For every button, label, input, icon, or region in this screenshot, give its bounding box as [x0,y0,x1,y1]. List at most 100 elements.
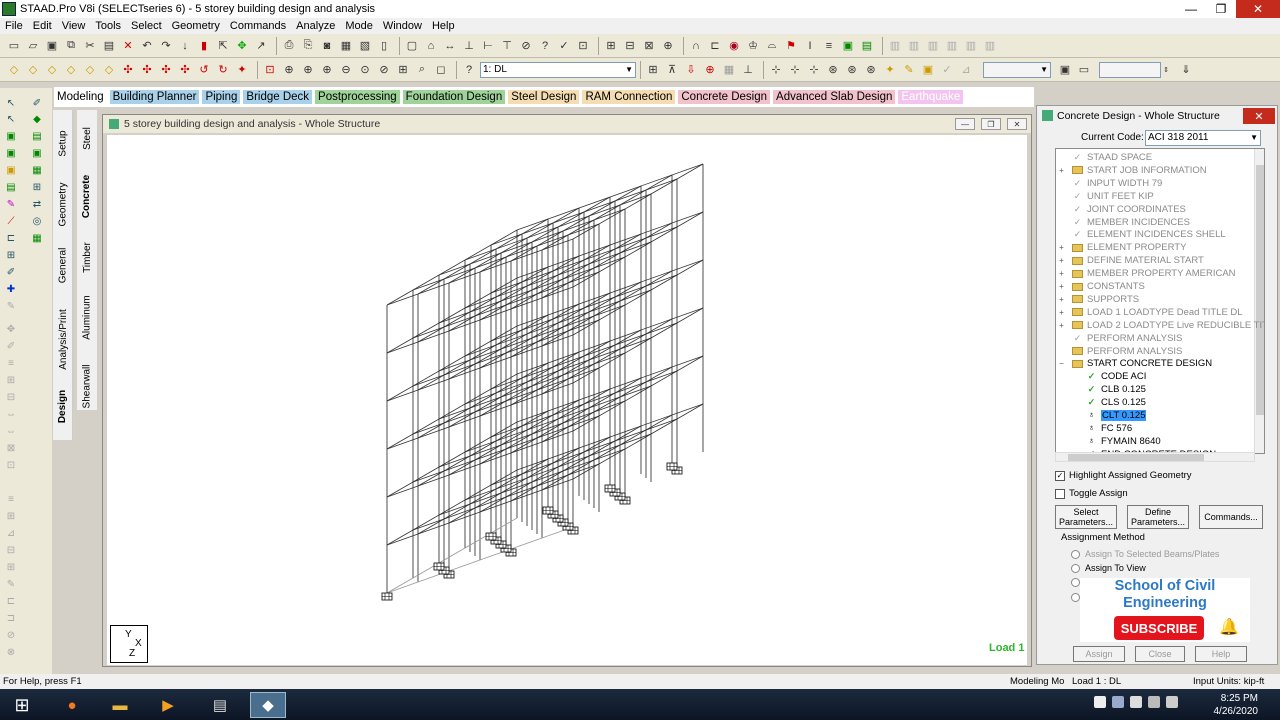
beam[interactable] [572,355,704,432]
help-doc-icon[interactable]: ▯ [376,38,392,54]
iso-view-1-icon[interactable]: ◇ [6,62,22,78]
beam[interactable] [510,281,642,358]
iso-view-2-icon[interactable]: ◇ [25,62,41,78]
nodes-cursor-icon[interactable]: ⊹ [787,62,803,78]
globe-icon[interactable]: ◎ [30,214,44,228]
beam[interactable] [448,207,580,284]
support-icon[interactable]: ⊼ [664,62,680,78]
snap-icon[interactable]: ⊟ [622,38,638,54]
brush-icon[interactable]: ✐ [4,265,18,279]
tree-item[interactable]: ✓ CODE ACI [1086,370,1147,383]
taskbar-clock[interactable]: 8:25 PM 4/26/2020 [1214,692,1259,718]
cursor-beam-icon[interactable]: ▣ [4,146,18,160]
tab-ram-connection[interactable]: RAM Connection [582,90,676,104]
tray-volume-icon[interactable] [1130,696,1142,708]
tab-shearwall[interactable]: Shearwall [77,356,97,416]
open-file-icon[interactable]: ▱ [25,38,41,54]
rotate-left-icon[interactable]: ✣ [158,62,174,78]
add-plate-icon[interactable]: ⊕ [660,38,676,54]
beam[interactable] [541,270,673,347]
disabled-tool-1-icon[interactable]: ✥ [4,322,18,336]
tree-vertical-scrollbar[interactable] [1254,149,1264,453]
transform-icon[interactable]: ⇱ [215,38,231,54]
iso-view-6-icon[interactable]: ◇ [101,62,117,78]
expand-toggle-icon[interactable]: + [1058,256,1065,265]
bell-icon[interactable]: 🔔 [1218,616,1240,638]
yellow-box-icon[interactable]: ▣ [920,62,936,78]
axes-icon[interactable]: ⊥ [740,62,756,78]
tab-aluminum[interactable]: Aluminum [77,292,97,342]
menu-analyze[interactable]: Analyze [291,20,340,32]
beam[interactable] [541,414,673,491]
dimension-icon[interactable]: ↔ [442,38,458,54]
child-close-button[interactable]: ✕ [1007,118,1027,130]
display-icon[interactable]: ⊞ [395,62,411,78]
disabled-tool-17-icon[interactable]: ⊐ [4,611,18,625]
tree-item[interactable]: ✓ CLB 0.125 [1086,383,1146,396]
select-nodes-icon[interactable]: ↖ [4,96,18,110]
window-new-icon[interactable]: ▥ [963,38,979,54]
beam[interactable] [541,318,673,395]
beam[interactable] [510,329,642,406]
structure-model[interactable] [107,135,1027,665]
tree-item[interactable]: ✓ STAAD SPACE [1072,151,1152,164]
geometry-cursor-icon[interactable]: ⊛ [863,62,879,78]
beam[interactable] [417,410,549,487]
select-solids-icon[interactable]: ◆ [30,112,44,126]
beam[interactable] [541,174,673,251]
radio-assign-view[interactable]: Assign To View [1071,563,1146,573]
disabled-tool-14-icon[interactable]: ⊞ [4,560,18,574]
beam[interactable] [479,340,611,417]
query-icon[interactable]: ? [461,62,477,78]
rotate-right-icon[interactable]: ✣ [177,62,193,78]
beam[interactable] [479,244,611,321]
tree-item[interactable]: ✓ INPUT WIDTH 79 [1072,177,1163,190]
tree-item[interactable]: + LOAD 2 LOADTYPE Live REDUCIBLE TITLE [1059,319,1264,332]
beam[interactable] [572,211,704,288]
picture-icon[interactable]: ▦ [338,38,354,54]
beam[interactable] [448,255,580,332]
delete-red-icon[interactable]: ▮ [196,38,212,54]
beam[interactable] [479,292,611,369]
rotate-up-icon[interactable]: ✣ [120,62,136,78]
tree-item[interactable]: + SUPPORTS [1059,293,1139,306]
disabled-tool-11-icon[interactable]: ⊞ [4,509,18,523]
menu-select[interactable]: Select [126,20,167,32]
beam[interactable] [510,185,642,262]
menu-file[interactable]: File [0,20,28,32]
print-preview-icon[interactable]: ⎘ [300,38,316,54]
eye-icon[interactable]: ◉ [726,38,742,54]
menu-mode[interactable]: Mode [340,20,378,32]
pointer-tool-icon[interactable]: ↗ [253,38,269,54]
model-viewport[interactable]: Y X Z Load 1 [107,135,1027,665]
link-icon[interactable]: ⇄ [30,197,44,211]
hide-icon[interactable]: ⊘ [518,38,534,54]
green-box-icon[interactable]: ▣ [840,38,856,54]
camera-icon[interactable]: ◙ [319,38,335,54]
menu-geometry[interactable]: Geometry [167,20,225,32]
beam[interactable] [417,218,549,295]
tree-item[interactable]: ✓ MEMBER INCIDENCES [1072,216,1190,229]
copy-icon[interactable]: ⧉ [63,38,79,54]
zoom-all-icon[interactable]: ⊙ [357,62,373,78]
radio-assign-beams[interactable]: Assign To Selected Beams/Plates [1071,549,1219,559]
child-restore-button[interactable]: ❐ [981,118,1001,130]
expand-toggle-icon[interactable]: + [1058,308,1065,317]
table-icon[interactable]: ▦ [30,231,44,245]
cursor-plate-icon[interactable]: ▣ [30,146,44,160]
beam[interactable] [572,163,704,240]
highlight-icon[interactable]: ✦ [882,62,898,78]
delete-icon[interactable]: ✕ [120,38,136,54]
snap-node-icon[interactable]: ▣ [4,163,18,177]
beam[interactable] [386,373,518,450]
beam[interactable] [448,351,580,428]
disabled-tool-10-icon[interactable]: ≡ [4,492,18,506]
tab-timber[interactable]: Timber [77,234,97,280]
ruler-icon[interactable]: ▭ [1076,62,1092,78]
zoom-prev-icon[interactable]: ⊘ [376,62,392,78]
tray-network-icon[interactable] [1112,696,1124,708]
grey-box-icon[interactable]: ▦ [721,62,737,78]
zoom-plus-icon[interactable]: ⊕ [300,62,316,78]
staad-taskbar-icon[interactable]: ◆ [250,692,286,718]
window-close-icon[interactable]: ▥ [925,38,941,54]
